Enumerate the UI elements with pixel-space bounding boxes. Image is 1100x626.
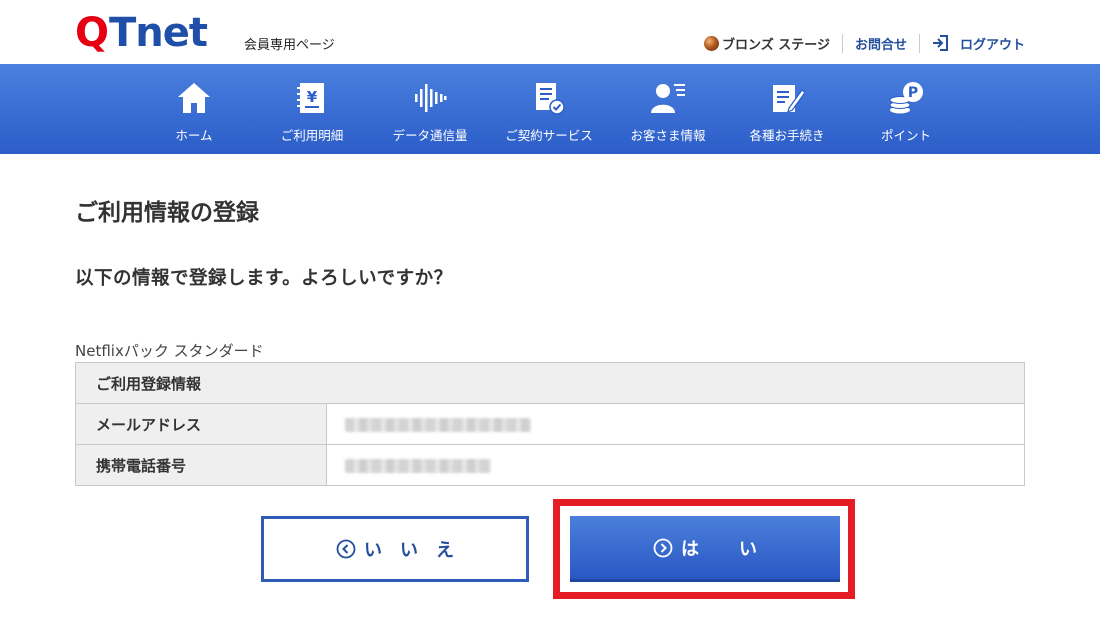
nav-item-procedures[interactable]: 各種お手続き bbox=[732, 64, 842, 154]
form-edit-icon bbox=[773, 85, 805, 113]
contract-check-icon bbox=[536, 83, 565, 115]
qtnet-logo[interactable]: Q Tnet bbox=[75, 12, 233, 52]
table-row: 携帯電話番号 bbox=[75, 444, 1025, 486]
confirmation-question: 以下の情報で登録します。よろしいですか？ bbox=[75, 268, 453, 289]
yes-button[interactable]: はい bbox=[570, 516, 840, 582]
nav-label-contract: ご契約サービス bbox=[505, 128, 593, 143]
utility-links: ブロンズ ステージ お問合せ ログアウト bbox=[703, 32, 1025, 54]
nav-item-points[interactable]: P ポイント bbox=[851, 64, 961, 154]
masked-phone bbox=[345, 458, 491, 473]
email-value-masked bbox=[326, 403, 1025, 445]
page-title: ご利用情報の登録 bbox=[75, 200, 259, 226]
nav-label-home: ホーム bbox=[175, 128, 213, 143]
points-coin-icon: P bbox=[889, 82, 923, 114]
nav-label-customer-info: お客さま情報 bbox=[630, 128, 706, 143]
nav-item-contract[interactable]: ご契約サービス bbox=[494, 64, 604, 154]
nav-label-points: ポイント bbox=[880, 128, 931, 143]
invoice-yen-icon: ¥ bbox=[297, 83, 324, 113]
svg-text:¥: ¥ bbox=[307, 88, 318, 106]
phone-label: 携帯電話番号 bbox=[75, 444, 327, 486]
yes-button-label: はい bbox=[681, 538, 797, 560]
nav-label-data-usage: データ通信量 bbox=[392, 128, 468, 143]
no-button[interactable]: いいえ bbox=[261, 516, 529, 582]
home-icon bbox=[178, 83, 210, 113]
logout-label: ログアウト bbox=[959, 37, 1025, 53]
nav-item-data-usage[interactable]: データ通信量 bbox=[375, 64, 485, 154]
customer-profile-icon bbox=[651, 84, 685, 113]
svg-text:Q: Q bbox=[75, 12, 107, 52]
phone-value-masked bbox=[326, 444, 1025, 486]
nav-item-customer-info[interactable]: お客さま情報 bbox=[613, 64, 723, 154]
registration-info-table: ご利用登録情報 メールアドレス 携帯電話番号 bbox=[75, 362, 1025, 486]
data-waveform-icon bbox=[415, 84, 447, 112]
chevron-left-circle-icon bbox=[336, 539, 356, 559]
plan-name: Netflixパック スタンダード bbox=[75, 342, 264, 360]
table-section-header: ご利用登録情報 bbox=[75, 362, 1025, 404]
logout-icon bbox=[932, 35, 948, 51]
table-section-header-row: ご利用登録情報 bbox=[75, 362, 1025, 404]
contact-link[interactable]: お問合せ bbox=[843, 33, 920, 53]
nav-item-billing[interactable]: ¥ ご利用明細 bbox=[257, 64, 367, 154]
svg-text:P: P bbox=[908, 85, 918, 101]
site-header: Q Tnet 会員専用ページ ブロンズ ステージ お問合せ ログアウト bbox=[0, 0, 1100, 64]
member-page-label: 会員専用ページ bbox=[244, 38, 335, 53]
no-button-label: いいえ bbox=[364, 540, 472, 561]
nav-item-home[interactable]: ホーム bbox=[139, 64, 249, 154]
nav-label-billing: ご利用明細 bbox=[280, 128, 344, 143]
svg-text:Tnet: Tnet bbox=[109, 12, 208, 52]
bronze-stage-icon bbox=[703, 35, 719, 51]
member-stage: ブロンズ ステージ bbox=[703, 33, 843, 53]
table-row: メールアドレス bbox=[75, 403, 1025, 445]
global-nav: ホーム ¥ ご利用明細 データ通信量 ご契約サービス お客さま情報 各種お手続き… bbox=[0, 64, 1100, 154]
masked-email bbox=[345, 417, 531, 432]
member-stage-label: ブロンズ ステージ bbox=[721, 37, 830, 53]
email-label: メールアドレス bbox=[75, 403, 327, 445]
logout-link[interactable]: ログアウト bbox=[920, 34, 1025, 53]
chevron-right-circle-icon bbox=[653, 538, 673, 557]
nav-label-procedures: 各種お手続き bbox=[749, 128, 825, 143]
